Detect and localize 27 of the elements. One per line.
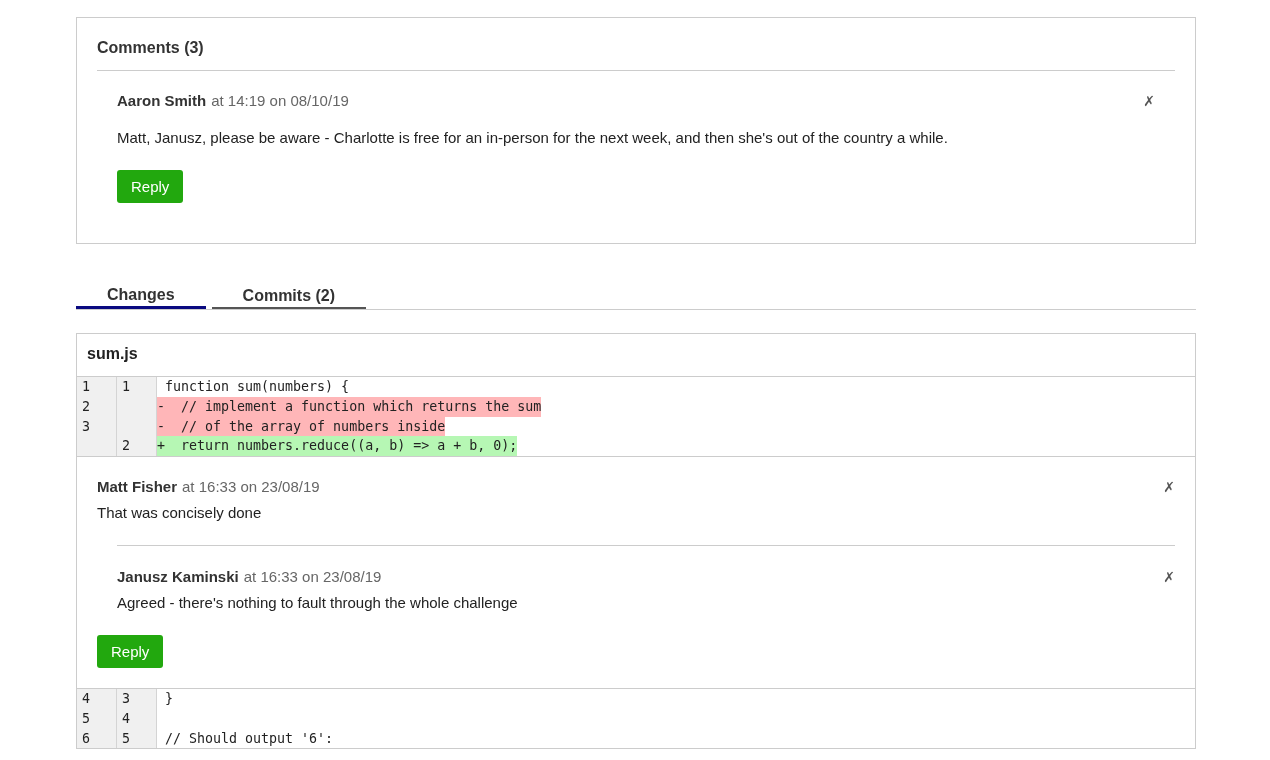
- comment-timestamp: at 14:19 on 08/10/19: [211, 91, 349, 111]
- line-number: 5: [121, 729, 130, 748]
- line-number: 3: [81, 417, 90, 436]
- tab[interactable]: Changes: [76, 285, 206, 309]
- code-line: // Should output '6':: [164, 729, 334, 748]
- line-number: 4: [81, 690, 90, 708]
- line-number: 1: [81, 378, 90, 396]
- author-name: Janusz Kaminski: [117, 567, 239, 587]
- author-name: Matt Fisher: [97, 477, 177, 497]
- panel-title: Comments (3): [97, 38, 205, 58]
- line-number: 1: [121, 378, 130, 396]
- comment-text: Agreed - there's nothing to fault through the whole challenge: [117, 593, 519, 613]
- comment-text: That was concisely done: [97, 503, 263, 523]
- comment-text: Matt, Janusz, please be aware - Charlotte is free for an in-person for the next week, and then she's out of the country a while.: [117, 128, 949, 148]
- line-number: 6: [81, 729, 90, 748]
- author-name: Aaron Smith: [117, 91, 207, 111]
- code-line: }: [164, 690, 173, 708]
- code-line: function sum(numbers) {: [164, 378, 350, 396]
- line-number: 3: [121, 690, 130, 708]
- delete-button[interactable]: ✗: [1163, 567, 1175, 587]
- delete-button[interactable]: ✗: [1163, 477, 1175, 497]
- comment-timestamp: at 16:33 on 23/08/19: [243, 567, 382, 587]
- tab[interactable]: Commits (2): [211, 286, 367, 309]
- line-number: 2: [121, 437, 130, 456]
- line-number: 2: [81, 397, 90, 416]
- comment-timestamp: at 16:33 on 23/08/19: [182, 477, 320, 497]
- delete-button[interactable]: ✗: [1143, 91, 1155, 111]
